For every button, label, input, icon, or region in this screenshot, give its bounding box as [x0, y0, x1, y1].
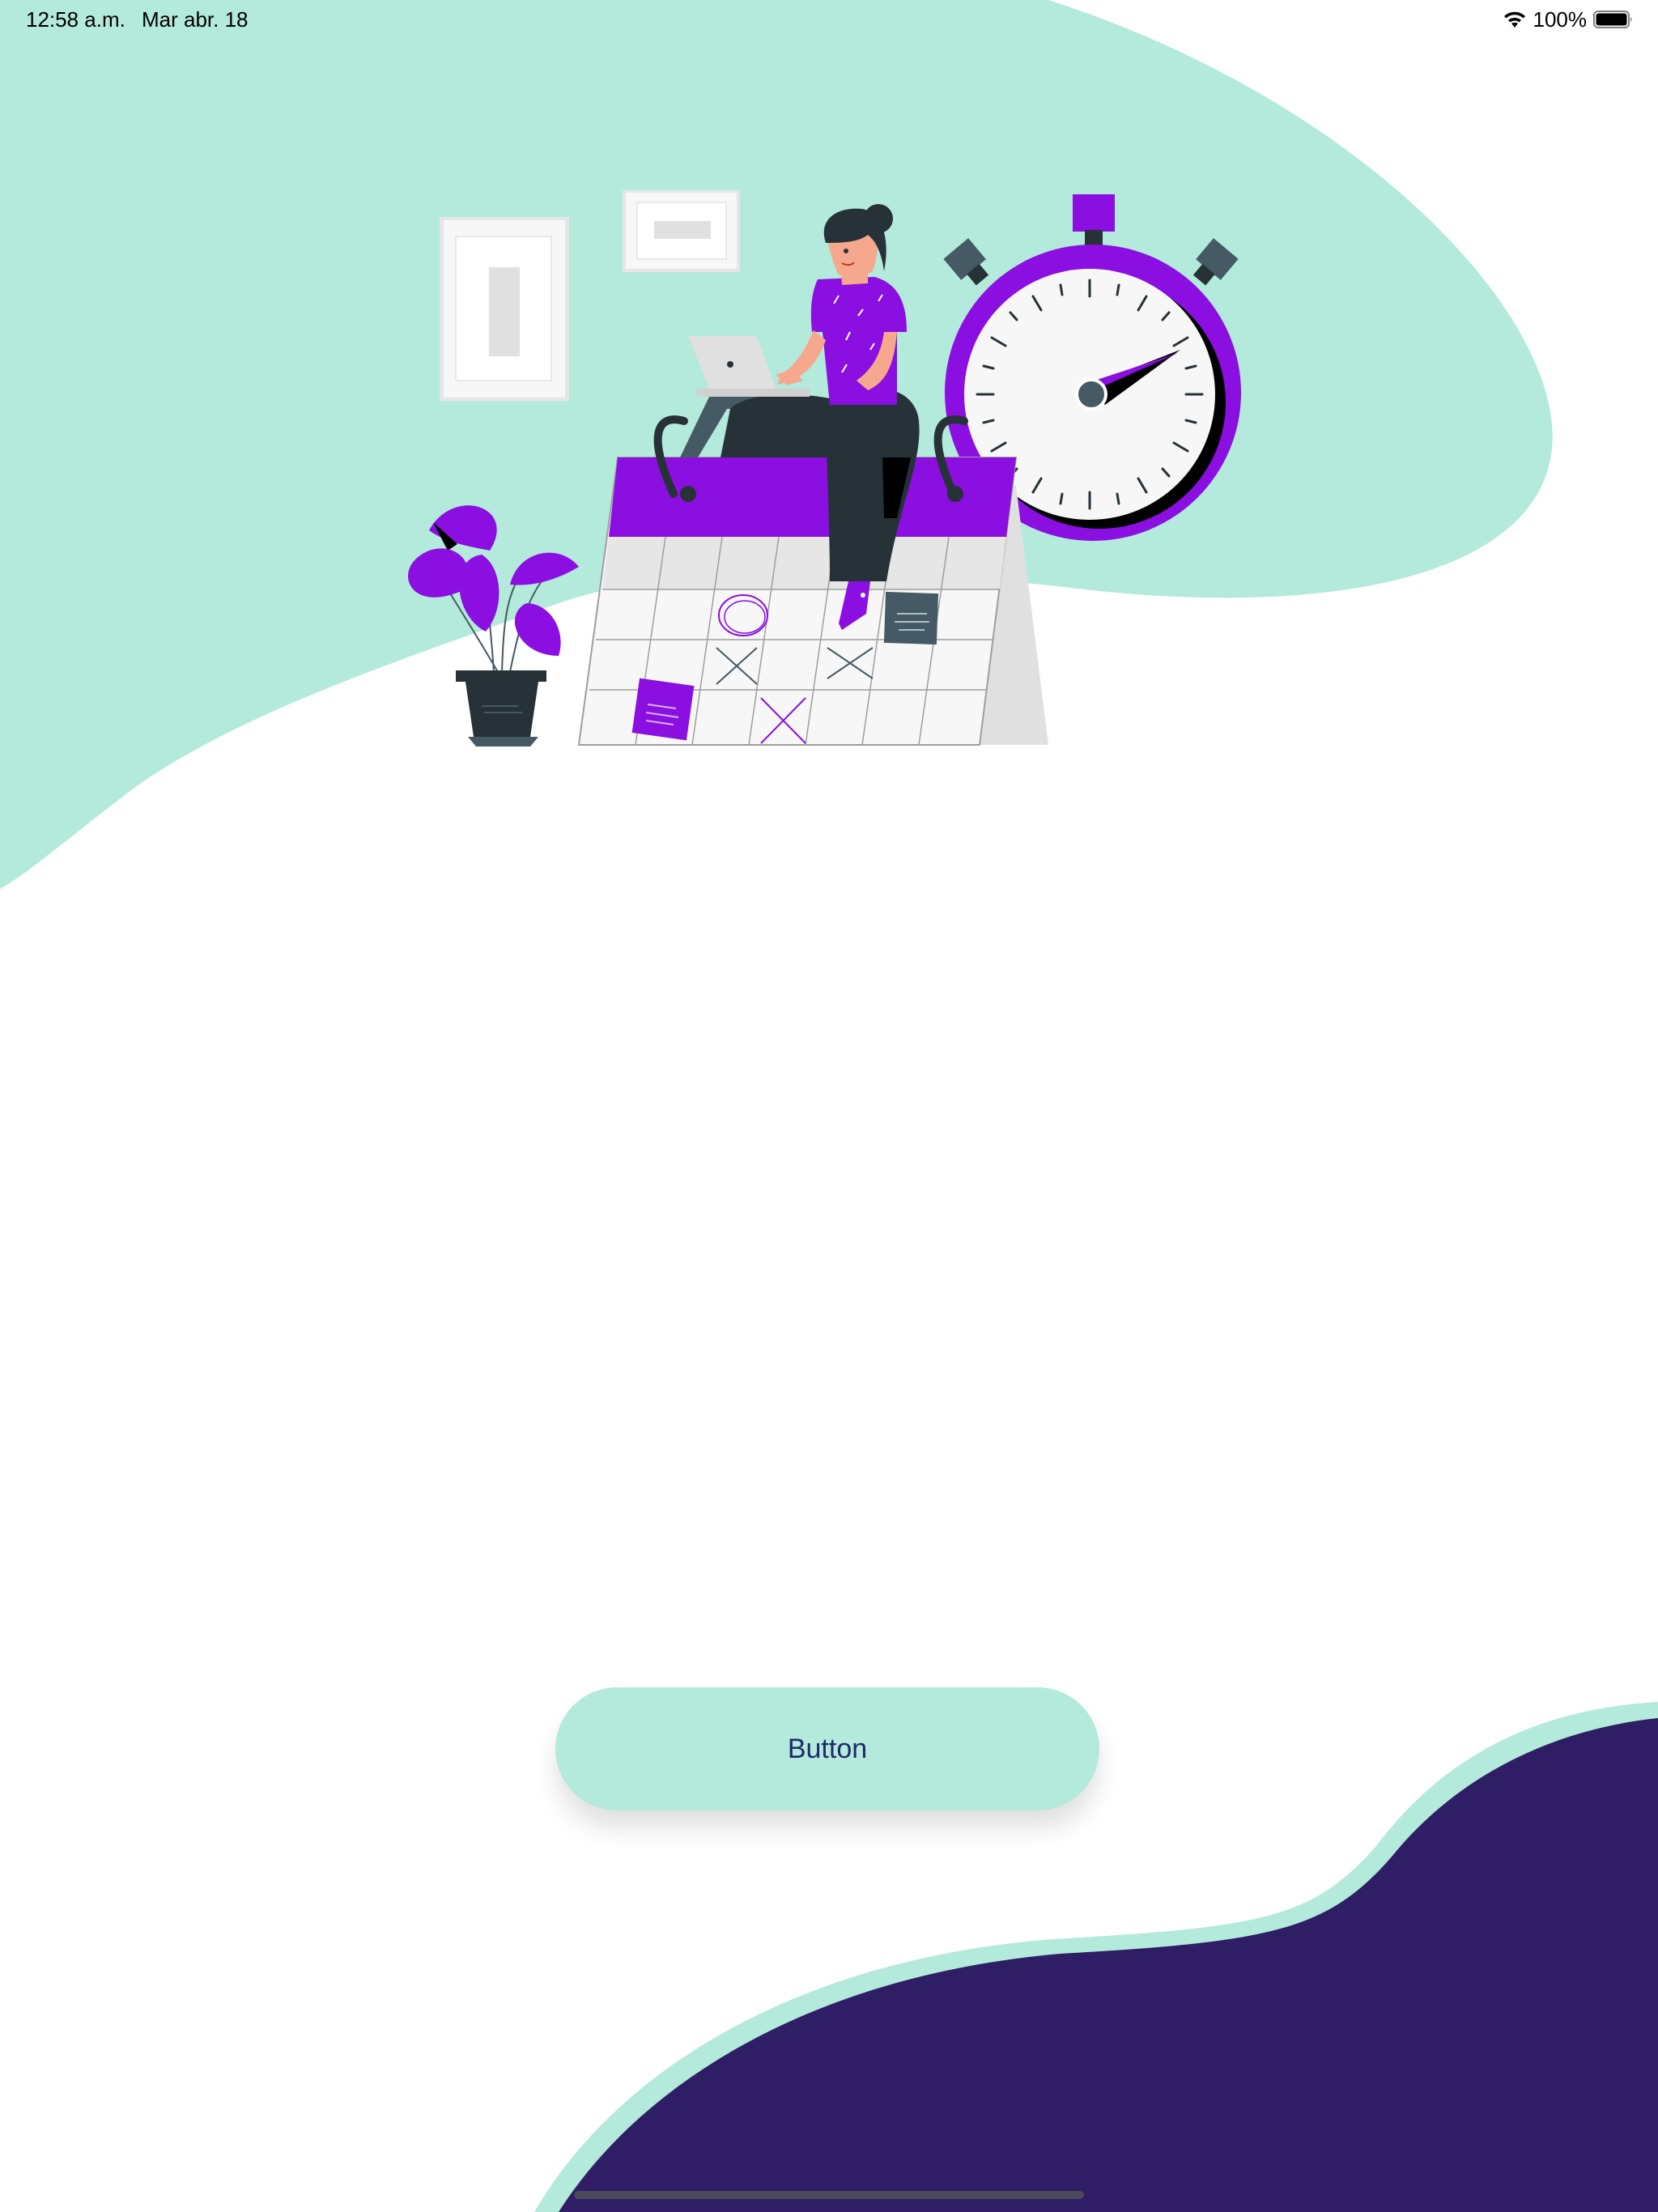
picture-frame-wide: [623, 190, 740, 272]
home-indicator[interactable]: [574, 2191, 1084, 2199]
status-time: 12:58 a.m.: [26, 7, 125, 32]
calendar-icon: [577, 415, 1048, 746]
picture-frame-tall: [440, 217, 569, 401]
wifi-icon: [1503, 11, 1525, 28]
woman-working-calendar-stopwatch-illustration: [407, 190, 1241, 747]
primary-button[interactable]: Button: [555, 1687, 1099, 1810]
battery-percent: 100%: [1533, 6, 1588, 32]
battery-full-icon: [1593, 11, 1632, 28]
potted-plant-icon: [407, 505, 579, 747]
status-date: Mar abr. 18: [142, 7, 249, 32]
status-bar: 12:58 a.m. Mar abr. 18 100%: [0, 0, 1658, 39]
status-indicators: 100%: [1503, 6, 1635, 32]
